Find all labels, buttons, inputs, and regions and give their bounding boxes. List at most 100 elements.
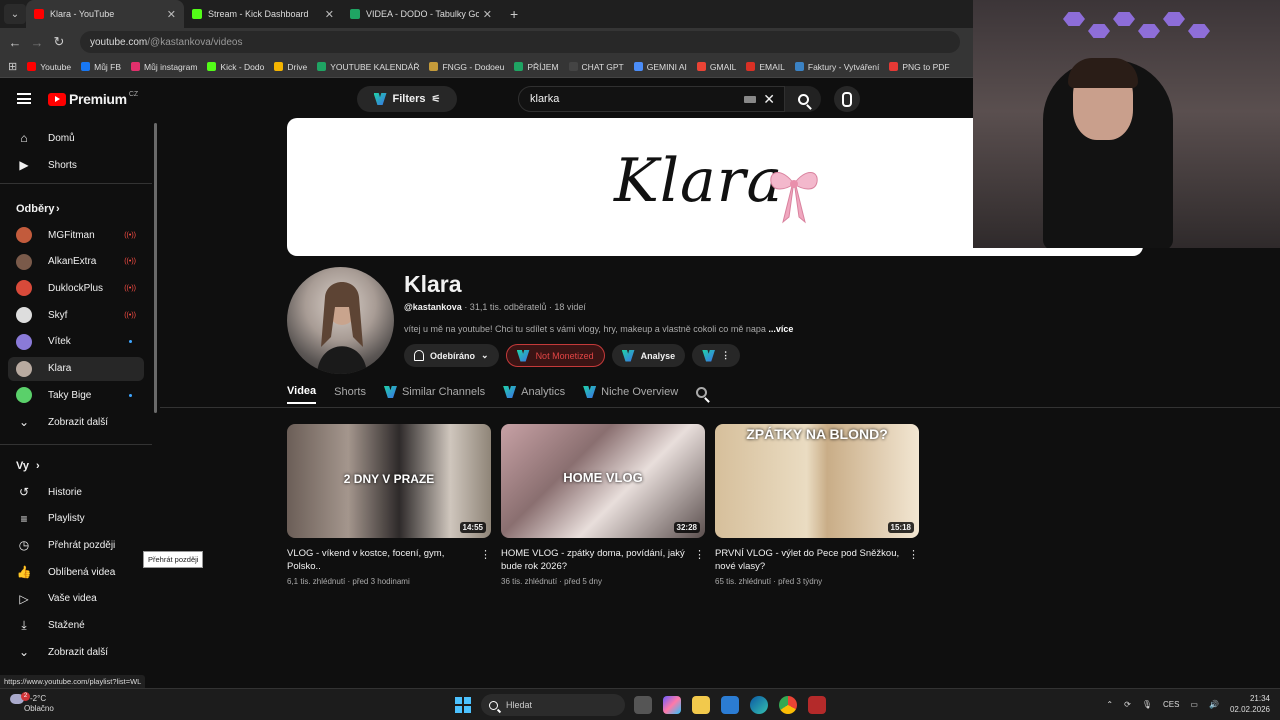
chevron-up-icon[interactable]: ⌃ [1106, 700, 1113, 709]
bookmark-item[interactable]: Faktury - Vytváření [794, 62, 879, 72]
sidebar-item[interactable]: ⤓ Stažené [8, 614, 144, 638]
network-icon[interactable]: ▭ [1190, 700, 1198, 709]
bookmark-item[interactable]: Youtube [27, 62, 71, 72]
more-link[interactable]: ...více [768, 324, 793, 334]
browser-tab[interactable]: Stream - Kick Dashboard ✕ [184, 0, 342, 28]
forward-button[interactable]: → [26, 35, 48, 50]
bookmark-item[interactable]: GMAIL [696, 62, 736, 72]
sidebar-item[interactable]: ≡ Playlisty [8, 507, 144, 531]
outlook-icon[interactable] [721, 696, 739, 714]
video-title[interactable]: PRVNÍ VLOG - výlet do Pece pod Sněžkou, … [715, 547, 903, 573]
sidebar-item[interactable]: ⌄ Zobrazit další [8, 640, 144, 664]
tab-shorts[interactable]: Shorts [334, 380, 366, 404]
bookmark-item[interactable]: GEMINI AI [633, 62, 687, 72]
reload-button[interactable]: ↻ [48, 34, 70, 50]
menu-icon[interactable] [17, 93, 31, 104]
more-vert-icon[interactable]: ⋮ [694, 548, 705, 561]
clear-search-icon[interactable]: ✕ [763, 91, 775, 108]
sync-icon[interactable]: ⟳ [1124, 700, 1131, 709]
clock[interactable]: 21:34 02.02.2026 [1230, 693, 1270, 715]
bookmark-item[interactable]: FNGG - Dodoeu [429, 62, 504, 72]
sidebar-item[interactable]: ⌂ Domů [8, 126, 144, 150]
bookmark-item[interactable]: Drive [274, 62, 307, 72]
volume-icon[interactable]: 🔊 [1209, 700, 1219, 709]
sidebar-item[interactable]: Klara [8, 356, 144, 381]
sidebar-scrollbar[interactable] [154, 123, 157, 413]
sidebar-item[interactable]: 👍 Oblíbená videa [8, 560, 144, 584]
bookmark-item[interactable]: Můj instagram [131, 62, 197, 72]
search-input[interactable]: klarka ✕ [518, 86, 785, 112]
tab-niche-overview[interactable]: Niche Overview [583, 380, 678, 404]
sidebar-item[interactable]: ↺ Historie [8, 480, 144, 504]
chevron-right-icon[interactable]: › [36, 460, 40, 472]
bookmark-item[interactable]: Kick - Dodo [207, 62, 264, 72]
sidebar-item[interactable]: Skyf ((•)) [8, 303, 144, 327]
channel-actions: Odebíráno ⌄ Not Monetized Analyse ⋮ [404, 344, 741, 367]
weather-widget[interactable]: 2 -2°C Oblačno [10, 692, 54, 714]
subscriptions-heading[interactable]: Odběry [16, 203, 55, 215]
video-thumbnail[interactable]: 2 DNY V PRAZE 14:55 [287, 424, 491, 538]
video-title[interactable]: HOME VLOG - zpátky doma, povídání, jaký … [501, 547, 689, 573]
video-card[interactable]: 2 DNY V PRAZE 14:55 VLOG - víkend v kostce… [287, 424, 491, 586]
channel-description[interactable]: vítej u mě na youtube! Chci tu sdílet s … [404, 324, 804, 334]
close-tab-icon[interactable]: ✕ [167, 8, 176, 21]
tab-analytics[interactable]: Analytics [503, 380, 565, 404]
chrome-icon[interactable] [779, 696, 797, 714]
sidebar-item[interactable]: AlkanExtra ((•)) [8, 250, 144, 274]
bookmark-item[interactable]: PŘÍJEM [514, 62, 559, 72]
you-heading[interactable]: Vy [16, 460, 29, 472]
taskbar-search[interactable]: Hledat [481, 694, 625, 716]
back-button[interactable]: ← [4, 35, 26, 50]
tab-videa[interactable]: Videa [287, 380, 317, 404]
start-button[interactable] [455, 697, 471, 713]
bookmark-item[interactable]: Můj FB [81, 62, 121, 72]
sidebar-item[interactable]: ▶ Shorts [8, 153, 144, 177]
browser-tab[interactable]: Klara - YouTube ✕ [26, 0, 184, 28]
bookmark-item[interactable]: EMAIL [746, 62, 785, 72]
youtube-logo[interactable]: Premium CZ [48, 91, 138, 107]
file-explorer-icon[interactable] [692, 696, 710, 714]
tab-similar-channels[interactable]: Similar Channels [383, 380, 485, 404]
video-title[interactable]: VLOG - víkend v kostce, focení, gym, Pol… [287, 547, 475, 573]
search-button[interactable] [785, 86, 821, 112]
channel-avatar[interactable] [287, 267, 394, 374]
more-vert-icon[interactable]: ⋮ [908, 548, 919, 561]
language-indicator[interactable]: CES [1163, 700, 1179, 709]
tab-search-button[interactable]: ⌄ [4, 4, 26, 24]
sidebar-item[interactable]: ⌄ Zobrazit další [8, 410, 144, 434]
subscribed-button[interactable]: Odebíráno ⌄ [404, 344, 499, 367]
vidiq-more-button[interactable]: ⋮ [692, 344, 741, 367]
video-thumbnail[interactable]: HOME VLOG 32:28 [501, 424, 705, 538]
bookmark-item[interactable]: YOUTUBE KALENDÁŘ [317, 62, 419, 72]
video-thumbnail[interactable]: ZPÁTKY NA BLOND? 15:18 [715, 424, 919, 538]
browser-tab[interactable]: VIDEA - DODO - Tabulky Goog ✕ [342, 0, 500, 28]
task-view-icon[interactable] [634, 696, 652, 714]
more-vert-icon[interactable]: ⋮ [480, 548, 491, 561]
terminal-icon[interactable] [808, 696, 826, 714]
video-card[interactable]: ZPÁTKY NA BLOND? 15:18 PRVNÍ VLOG - výlet … [715, 424, 919, 586]
edge-icon[interactable] [750, 696, 768, 714]
video-card[interactable]: HOME VLOG 32:28 HOME VLOG - zpátky doma, p… [501, 424, 705, 586]
copilot-icon[interactable] [663, 696, 681, 714]
apps-icon[interactable]: ⊞ [8, 60, 17, 73]
close-tab-icon[interactable]: ✕ [483, 8, 492, 21]
bookmark-item[interactable]: PNG to PDF [889, 62, 950, 72]
filters-button[interactable]: Filters ⚟ [357, 86, 457, 112]
address-bar[interactable]: youtube.com/@kastankova/videos [80, 31, 960, 53]
channel-search-icon[interactable] [696, 380, 708, 404]
analyse-button[interactable]: Analyse [611, 344, 686, 367]
bookmark-item[interactable]: CHAT GPT [568, 62, 624, 72]
sidebar-item[interactable]: ▷ Vaše videa [8, 587, 144, 611]
close-tab-icon[interactable]: ✕ [325, 8, 334, 21]
not-monetized-badge[interactable]: Not Monetized [505, 344, 605, 367]
sidebar-item[interactable]: Taky Bige [8, 383, 144, 407]
sidebar-item[interactable]: Vítek [8, 330, 144, 354]
sidebar-item[interactable]: ◷ Přehrát později [8, 533, 144, 557]
sidebar-item[interactable]: DuklockPlus ((•)) [8, 276, 144, 300]
sidebar-item[interactable]: MGFitman ((•)) [8, 223, 144, 247]
voice-search-button[interactable] [834, 86, 860, 112]
mic-tray-icon[interactable]: 🎙 [1142, 700, 1152, 709]
keyboard-icon[interactable] [744, 96, 756, 103]
chevron-right-icon[interactable]: › [56, 203, 60, 215]
new-tab-button[interactable]: + [510, 6, 518, 22]
